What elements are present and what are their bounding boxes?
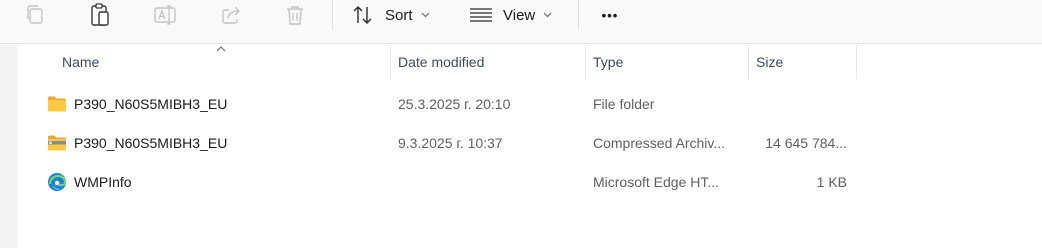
view-icon: [470, 8, 492, 22]
file-name: WMPInfo: [74, 174, 132, 190]
paste-icon: [91, 3, 109, 26]
column-resize-handle[interactable]: [585, 45, 586, 79]
trash-icon: [287, 6, 303, 25]
column-header-date-label: Date modified: [398, 54, 485, 70]
file-name: P390_N60S5MIBH3_EU: [74, 135, 228, 151]
file-date: 9.3.2025 г. 10:37: [398, 135, 503, 151]
file-type: Compressed Archiv...: [593, 135, 726, 151]
sort-icon: [353, 6, 372, 24]
more-icon: •••: [601, 7, 619, 23]
toolbar-separator: [332, 0, 333, 30]
column-resize-handle[interactable]: [390, 45, 391, 79]
column-header-date[interactable]: Date modified: [398, 45, 578, 79]
command-bar: Sort View •••: [0, 0, 1042, 44]
chevron-down-icon: [421, 12, 429, 18]
more-options-button[interactable]: •••: [594, 0, 626, 30]
view-button[interactable]: View: [469, 0, 559, 30]
file-name: P390_N60S5MIBH3_EU: [74, 96, 228, 112]
rename-button[interactable]: [152, 0, 178, 30]
rename-icon: [154, 5, 176, 25]
file-row[interactable]: P390_N60S5MIBH3_EU 9.3.2025 г. 10:37 Com…: [18, 125, 1042, 161]
folder-icon: [48, 96, 66, 112]
column-header-row: Name Date modified Type Size: [18, 45, 1042, 79]
file-type: File folder: [593, 96, 655, 112]
view-label: View: [503, 6, 536, 24]
share-button[interactable]: [218, 0, 244, 30]
delete-button[interactable]: [283, 0, 307, 30]
column-header-name-label: Name: [62, 54, 100, 70]
column-header-type[interactable]: Type: [593, 45, 743, 79]
column-header-name[interactable]: Name: [62, 45, 382, 79]
column-resize-handle[interactable]: [748, 45, 749, 79]
file-size: 14 645 784...: [765, 135, 847, 151]
file-size: [753, 86, 847, 122]
file-size: 1 KB: [816, 174, 847, 190]
copy-button[interactable]: [22, 0, 48, 30]
file-row[interactable]: WMPInfo Microsoft Edge HT... 1 KB: [18, 164, 1042, 200]
paste-button[interactable]: [87, 0, 113, 30]
zip-folder-icon: [48, 135, 66, 151]
column-header-size[interactable]: Size: [756, 45, 856, 79]
share-icon: [222, 6, 240, 24]
file-type: Microsoft Edge HT...: [593, 174, 720, 190]
edge-icon: [48, 173, 67, 191]
chevron-down-icon: [543, 12, 552, 18]
navigation-pane-edge: [0, 45, 18, 248]
toolbar-separator: [578, 0, 579, 30]
sort-label: Sort: [385, 6, 413, 24]
file-row[interactable]: P390_N60S5MIBH3_EU 25.3.2025 г. 20:10 Fi…: [18, 86, 1042, 122]
sort-button[interactable]: Sort: [352, 0, 436, 30]
column-header-type-label: Type: [593, 54, 624, 70]
file-date: 25.3.2025 г. 20:10: [398, 96, 511, 112]
column-resize-handle[interactable]: [856, 45, 857, 79]
copy-icon: [27, 5, 43, 24]
column-header-size-label: Size: [756, 54, 784, 70]
